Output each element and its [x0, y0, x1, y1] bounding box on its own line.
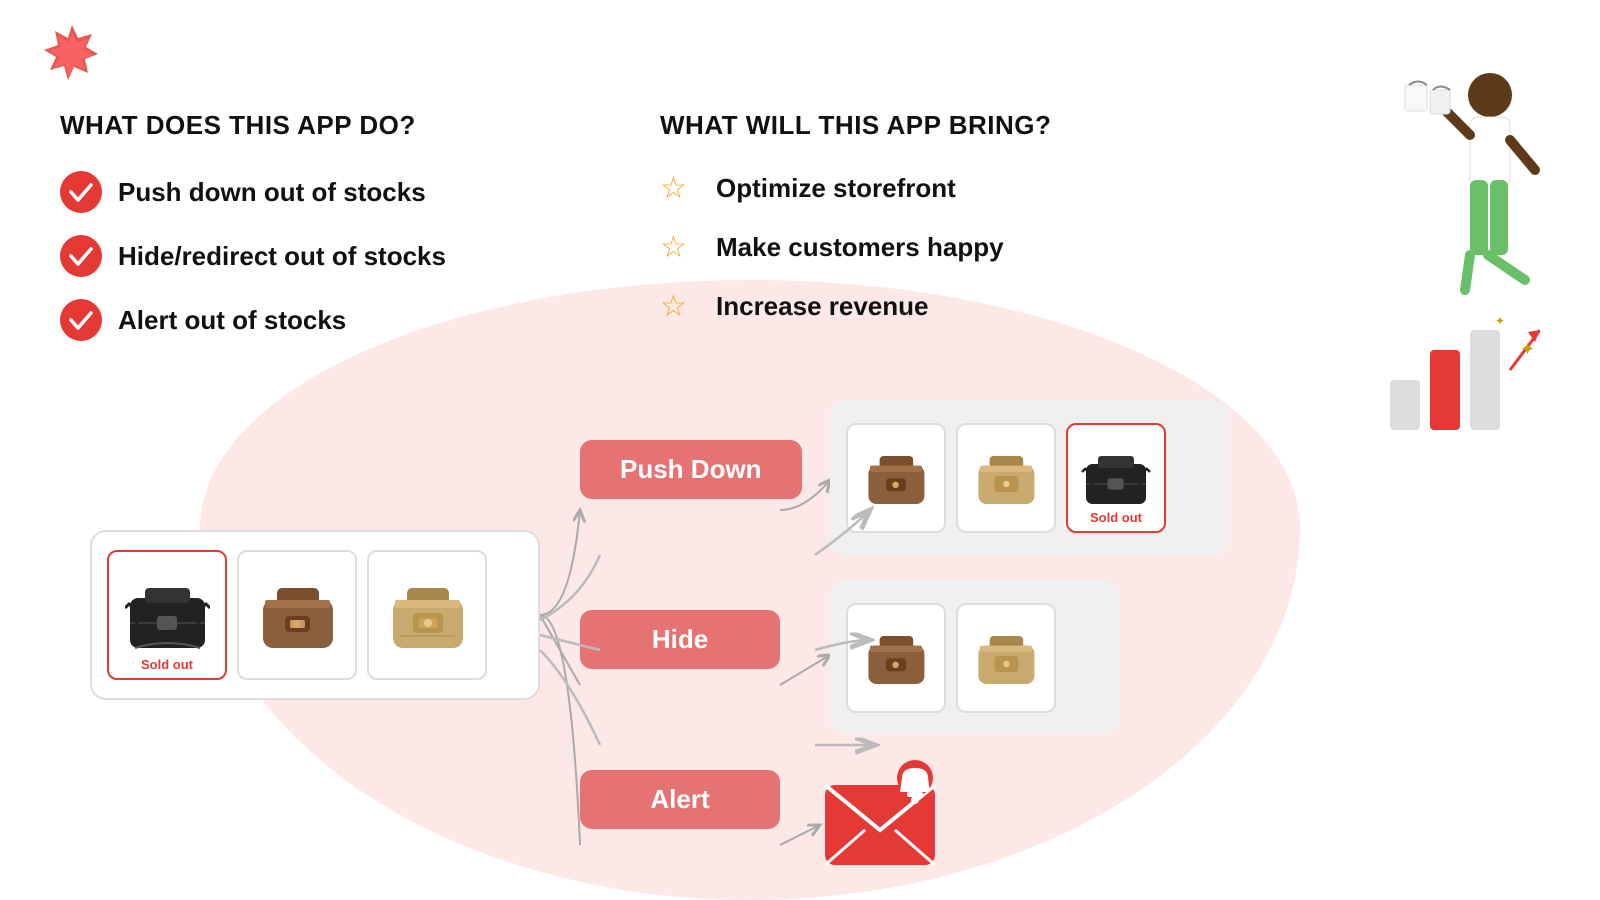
hide-result-box [830, 580, 1120, 735]
result-bag-1 [861, 448, 931, 508]
svg-text:✦: ✦ [1520, 339, 1535, 359]
chart-decoration: ✦ ✦ [1380, 310, 1540, 445]
star-icon-3: ☆ [660, 289, 700, 324]
star-icon-1: ☆ [660, 171, 700, 206]
source-products-box: Sold out [90, 530, 540, 700]
diagram: Sold out [60, 390, 1260, 880]
check-icon-2 [60, 235, 102, 277]
right-section-title: WHAT WILL THIS APP BRING? [660, 110, 1160, 141]
source-product-card-3 [367, 550, 487, 680]
feature-item-3: Alert out of stocks [60, 299, 560, 341]
source-product-card-2 [237, 550, 357, 680]
result-bag-3 [1081, 448, 1151, 508]
alert-icon-container [820, 750, 960, 885]
result-hide-product-2 [956, 603, 1056, 713]
bag-icon-1 [125, 578, 210, 653]
svg-text:✦: ✦ [1495, 314, 1505, 328]
benefit-text-1: Optimize storefront [716, 173, 956, 204]
hide-button[interactable]: Hide [580, 610, 780, 669]
feature-item-1: Push down out of stocks [60, 171, 560, 213]
sold-out-label-push-result: Sold out [1090, 510, 1142, 525]
feature-text-3: Alert out of stocks [118, 305, 346, 336]
benefit-item-1: ☆ Optimize storefront [660, 171, 1160, 206]
result-hide-bag-1 [861, 628, 931, 688]
alert-envelope-icon [820, 750, 960, 880]
left-section-title: WHAT DOES THIS APP DO? [60, 110, 560, 141]
benefit-item-2: ☆ Make customers happy [660, 230, 1160, 265]
left-section: WHAT DOES THIS APP DO? Push down out of … [60, 110, 560, 363]
source-product-card-1: Sold out [107, 550, 227, 680]
result-bag-2 [971, 448, 1041, 508]
sold-out-label-source: Sold out [141, 657, 193, 672]
check-icon-3 [60, 299, 102, 341]
app-logo [40, 20, 105, 90]
bag-icon-3 [385, 578, 470, 653]
person-decoration [1380, 60, 1560, 315]
feature-item-2: Hide/redirect out of stocks [60, 235, 560, 277]
star-icon-2: ☆ [660, 230, 700, 265]
result-push-product-2 [956, 423, 1056, 533]
push-down-result-box: Sold out [830, 400, 1230, 555]
benefit-text-2: Make customers happy [716, 232, 1004, 263]
bag-icon-2 [255, 578, 340, 653]
alert-button[interactable]: Alert [580, 770, 780, 829]
result-push-product-1 [846, 423, 946, 533]
check-icon-1 [60, 171, 102, 213]
result-hide-product-1 [846, 603, 946, 713]
feature-text-2: Hide/redirect out of stocks [118, 241, 446, 272]
result-push-product-3: Sold out [1066, 423, 1166, 533]
result-hide-bag-2 [971, 628, 1041, 688]
right-section: WHAT WILL THIS APP BRING? ☆ Optimize sto… [660, 110, 1160, 348]
benefit-text-3: Increase revenue [716, 291, 928, 322]
push-down-button[interactable]: Push Down [580, 440, 802, 499]
benefit-item-3: ☆ Increase revenue [660, 289, 1160, 324]
feature-text-1: Push down out of stocks [118, 177, 426, 208]
